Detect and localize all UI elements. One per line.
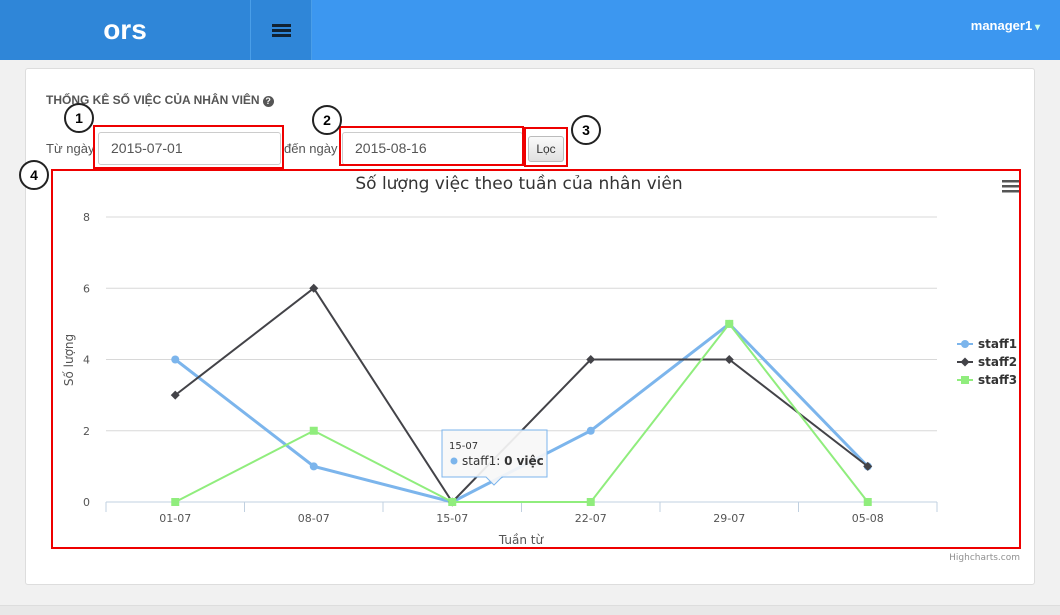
y-tick-label: 8: [83, 211, 90, 224]
highcharts-credits[interactable]: Highcharts.com: [949, 553, 1020, 563]
point-marker: [309, 426, 318, 435]
x-axis-label: Tuần từ: [498, 533, 545, 547]
chart-title: Số lượng việc theo tuần của nhân viên: [355, 173, 682, 194]
y-tick-label: 4: [83, 354, 90, 367]
x-tick-label: 22-07: [575, 512, 607, 525]
point-marker: [961, 376, 969, 384]
point-marker: [448, 498, 457, 506]
point-marker: [960, 357, 970, 367]
y-axis-label: Số lượng: [62, 334, 76, 386]
point-marker: [725, 319, 734, 328]
x-tick-label: 05-08: [852, 512, 884, 525]
point-marker: [863, 498, 872, 506]
point-marker: [171, 498, 180, 506]
legend-item-staff3[interactable]: staff3: [978, 373, 1017, 387]
tooltip-series: staff1: [462, 454, 496, 468]
point-marker: [961, 340, 969, 348]
page-footer: [0, 605, 1060, 615]
x-tick-label: 29-07: [713, 512, 745, 525]
tooltip-value: 0 việc: [504, 454, 544, 468]
tooltip-category: 15-07: [449, 441, 478, 452]
line-chart: Số lượng việc theo tuần của nhân viên 0 2…: [62, 173, 1020, 563]
chart-menu-icon[interactable]: [1002, 180, 1019, 193]
point-marker: [586, 426, 595, 435]
x-tick-label: 15-07: [436, 512, 468, 525]
y-tick-label: 6: [83, 282, 90, 295]
point-marker: [171, 355, 180, 364]
y-tick-label: 2: [83, 425, 90, 438]
legend-item-staff2[interactable]: staff2: [978, 355, 1017, 369]
tooltip: 15-07 staff1: 0 việc: [441, 429, 548, 486]
y-tick-label: 0: [83, 496, 90, 509]
point-marker: [586, 498, 595, 506]
x-tick-label: 08-07: [298, 512, 330, 525]
point-marker: [309, 462, 318, 471]
svg-text:staff1: 0 việc: staff1: 0 việc: [462, 454, 544, 468]
x-tick-label: 01-07: [159, 512, 191, 525]
legend-item-staff1[interactable]: staff1: [978, 337, 1017, 351]
